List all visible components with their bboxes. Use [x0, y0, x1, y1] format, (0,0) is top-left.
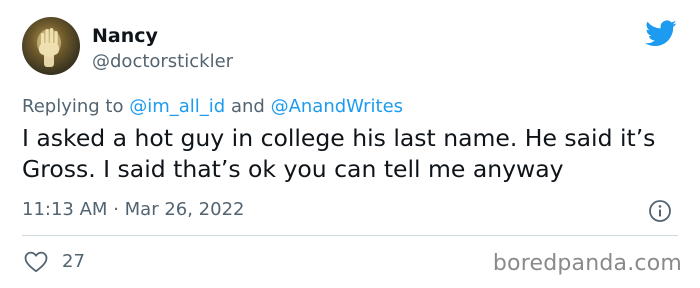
avatar[interactable]	[22, 17, 80, 75]
display-name[interactable]: Nancy	[92, 24, 158, 48]
heart-icon	[24, 251, 48, 273]
like-button[interactable]: 27	[24, 249, 85, 275]
twitter-bird-icon[interactable]	[645, 20, 677, 47]
info-icon[interactable]	[648, 199, 672, 223]
tweet-time: 11:13 AM	[22, 199, 108, 220]
tweet-timestamp[interactable]: 11:13 AM · Mar 26, 2022	[22, 198, 245, 222]
tweet-date: Mar 26, 2022	[124, 199, 245, 220]
divider	[22, 235, 678, 236]
timestamp-separator: ·	[113, 199, 119, 220]
hand-avatar-icon	[37, 28, 61, 67]
replying-to-label: Replying to	[22, 96, 124, 117]
replying-to-line: Replying to @im_all_id and @AnandWrites	[22, 95, 403, 119]
like-count: 27	[62, 251, 85, 272]
reply-conjunction: and	[230, 96, 265, 117]
watermark: boredpanda.com	[492, 251, 682, 276]
mention-link[interactable]: @AnandWrites	[271, 96, 404, 117]
mention-link[interactable]: @im_all_id	[129, 96, 225, 117]
tweet-text: I asked a hot guy in college his last na…	[22, 124, 656, 183]
user-handle[interactable]: @doctorstickler	[92, 50, 233, 74]
